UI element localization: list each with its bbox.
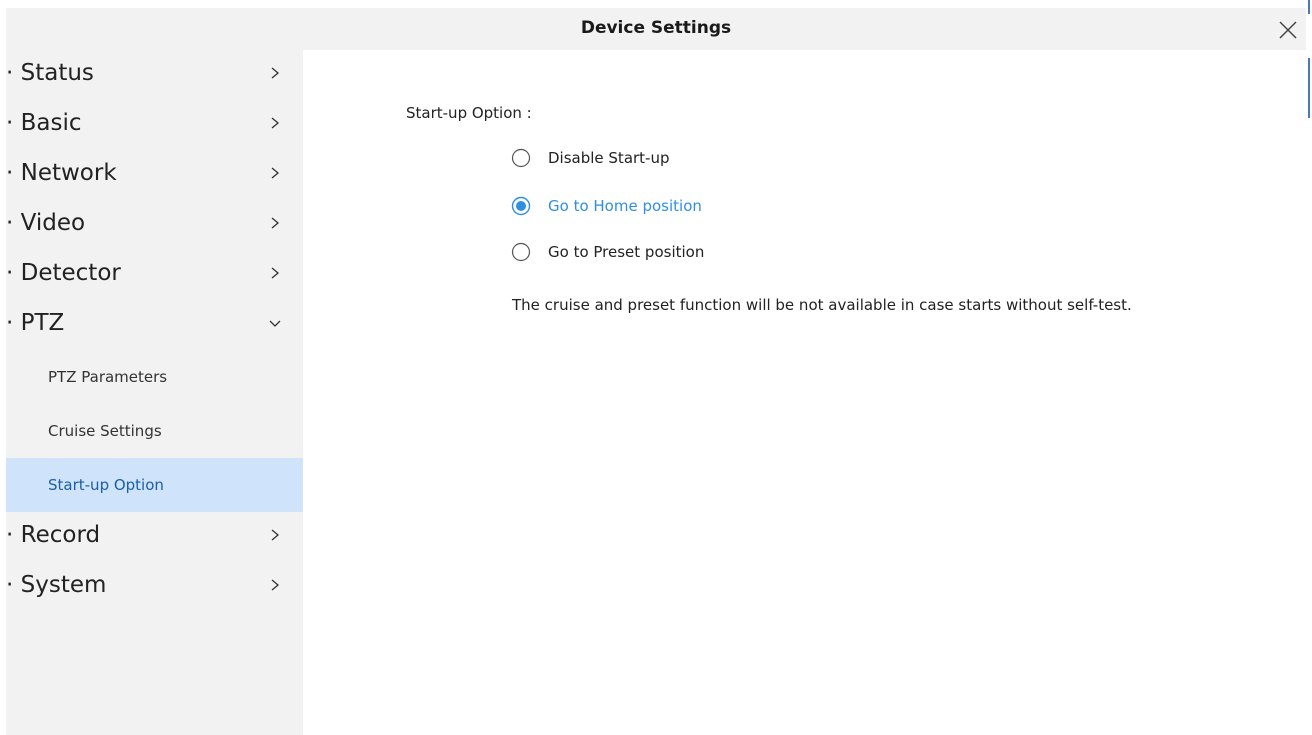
chevron-right-icon xyxy=(271,67,280,79)
settings-sidebar: · Status · Basic · Network · Video · Det… xyxy=(6,50,303,735)
sidebar-item-label: · Status xyxy=(6,60,94,86)
chevron-right-icon xyxy=(271,217,280,229)
chevron-right-icon xyxy=(271,117,280,129)
sidebar-subitem-label: Cruise Settings xyxy=(48,422,162,440)
window-edge-indicator xyxy=(1308,0,1310,14)
radio-label: Disable Start-up xyxy=(548,149,670,167)
chevron-right-icon xyxy=(271,529,280,541)
sidebar-subitem-ptz-parameters[interactable]: PTZ Parameters xyxy=(6,350,303,404)
chevron-right-icon xyxy=(271,167,280,179)
sidebar-item-label: · Basic xyxy=(6,110,82,136)
window-edge-indicator xyxy=(1308,58,1310,118)
sidebar-subitem-label: PTZ Parameters xyxy=(48,368,168,386)
sidebar-item-label: · Record xyxy=(6,522,101,548)
settings-content: Start-up Option : Disable Start-up Go to… xyxy=(303,50,1306,735)
sidebar-subitem-label: Start-up Option xyxy=(48,476,164,494)
radio-icon[interactable] xyxy=(511,242,531,262)
sidebar-subitem-startup-option[interactable]: Start-up Option xyxy=(6,458,303,512)
sidebar-item-system[interactable]: · System xyxy=(6,562,303,612)
chevron-down-icon xyxy=(269,320,281,327)
sidebar-subitem-cruise-settings[interactable]: Cruise Settings xyxy=(6,404,303,458)
window-title: Device Settings xyxy=(580,18,732,38)
title-bar: Device Settings xyxy=(6,8,1306,50)
sidebar-item-status[interactable]: · Status xyxy=(6,50,303,100)
sidebar-item-basic[interactable]: · Basic xyxy=(6,100,303,150)
sidebar-item-label: · Video xyxy=(6,210,86,236)
sidebar-item-ptz[interactable]: · PTZ xyxy=(6,300,303,350)
startup-note: The cruise and preset function will be n… xyxy=(512,296,1132,314)
startup-option-label: Start-up Option : xyxy=(406,104,532,122)
sidebar-item-detector[interactable]: · Detector xyxy=(6,250,303,300)
radio-label: Go to Home position xyxy=(548,197,702,215)
chevron-right-icon xyxy=(271,267,280,279)
sidebar-item-record[interactable]: · Record xyxy=(6,512,303,562)
radio-label: Go to Preset position xyxy=(548,243,705,261)
sidebar-item-label: · System xyxy=(6,572,107,598)
close-button[interactable] xyxy=(1272,14,1302,44)
sidebar-item-label: · Detector xyxy=(6,260,121,286)
radio-selected-icon[interactable] xyxy=(511,196,531,216)
chevron-right-icon xyxy=(271,579,280,591)
sidebar-item-label: · Network xyxy=(6,160,117,186)
sidebar-item-network[interactable]: · Network xyxy=(6,150,303,200)
sidebar-item-video[interactable]: · Video xyxy=(6,200,303,250)
radio-icon[interactable] xyxy=(511,148,531,168)
device-settings-window: Device Settings · Status · Basic · Netwo… xyxy=(0,0,1312,735)
sidebar-item-label: · PTZ xyxy=(6,310,65,336)
close-icon xyxy=(1279,21,1297,39)
